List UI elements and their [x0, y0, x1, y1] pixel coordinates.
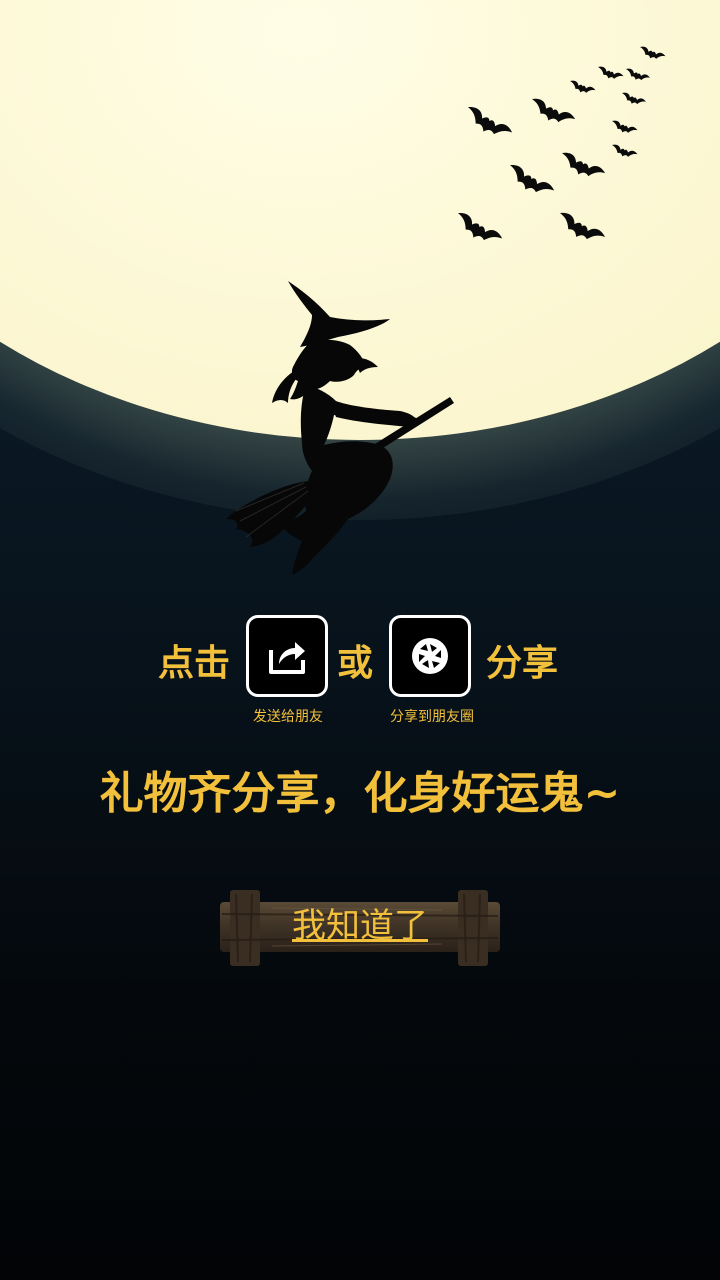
- halloween-share-overlay: 点击 或 分享 发送给朋友 分享到朋友圈 礼物齐分享，化身好运鬼~ 我知道了: [0, 0, 720, 1280]
- share-arrow-icon: [269, 642, 305, 674]
- share-or-text: 或: [337, 643, 374, 684]
- witch-on-broom-icon: [226, 281, 454, 575]
- share-to-moments-caption: 分享到朋友圈: [390, 709, 474, 725]
- bats-flock-icon: [451, 45, 667, 251]
- camera-aperture-icon: [412, 638, 448, 674]
- share-instruction-row: 点击 或 分享: [0, 612, 720, 704]
- got-it-button-label: 我知道了: [292, 906, 428, 946]
- send-to-friend-caption: 发送给朋友: [253, 709, 323, 725]
- share-to-moments-button[interactable]: [389, 615, 471, 697]
- tagline: 礼物齐分享，化身好运鬼~: [99, 768, 621, 819]
- send-to-friend-button[interactable]: [246, 615, 328, 697]
- share-prefix-text: 点击: [158, 643, 231, 684]
- got-it-button[interactable]: 我知道了: [212, 888, 508, 966]
- share-suffix-text: 分享: [486, 643, 559, 684]
